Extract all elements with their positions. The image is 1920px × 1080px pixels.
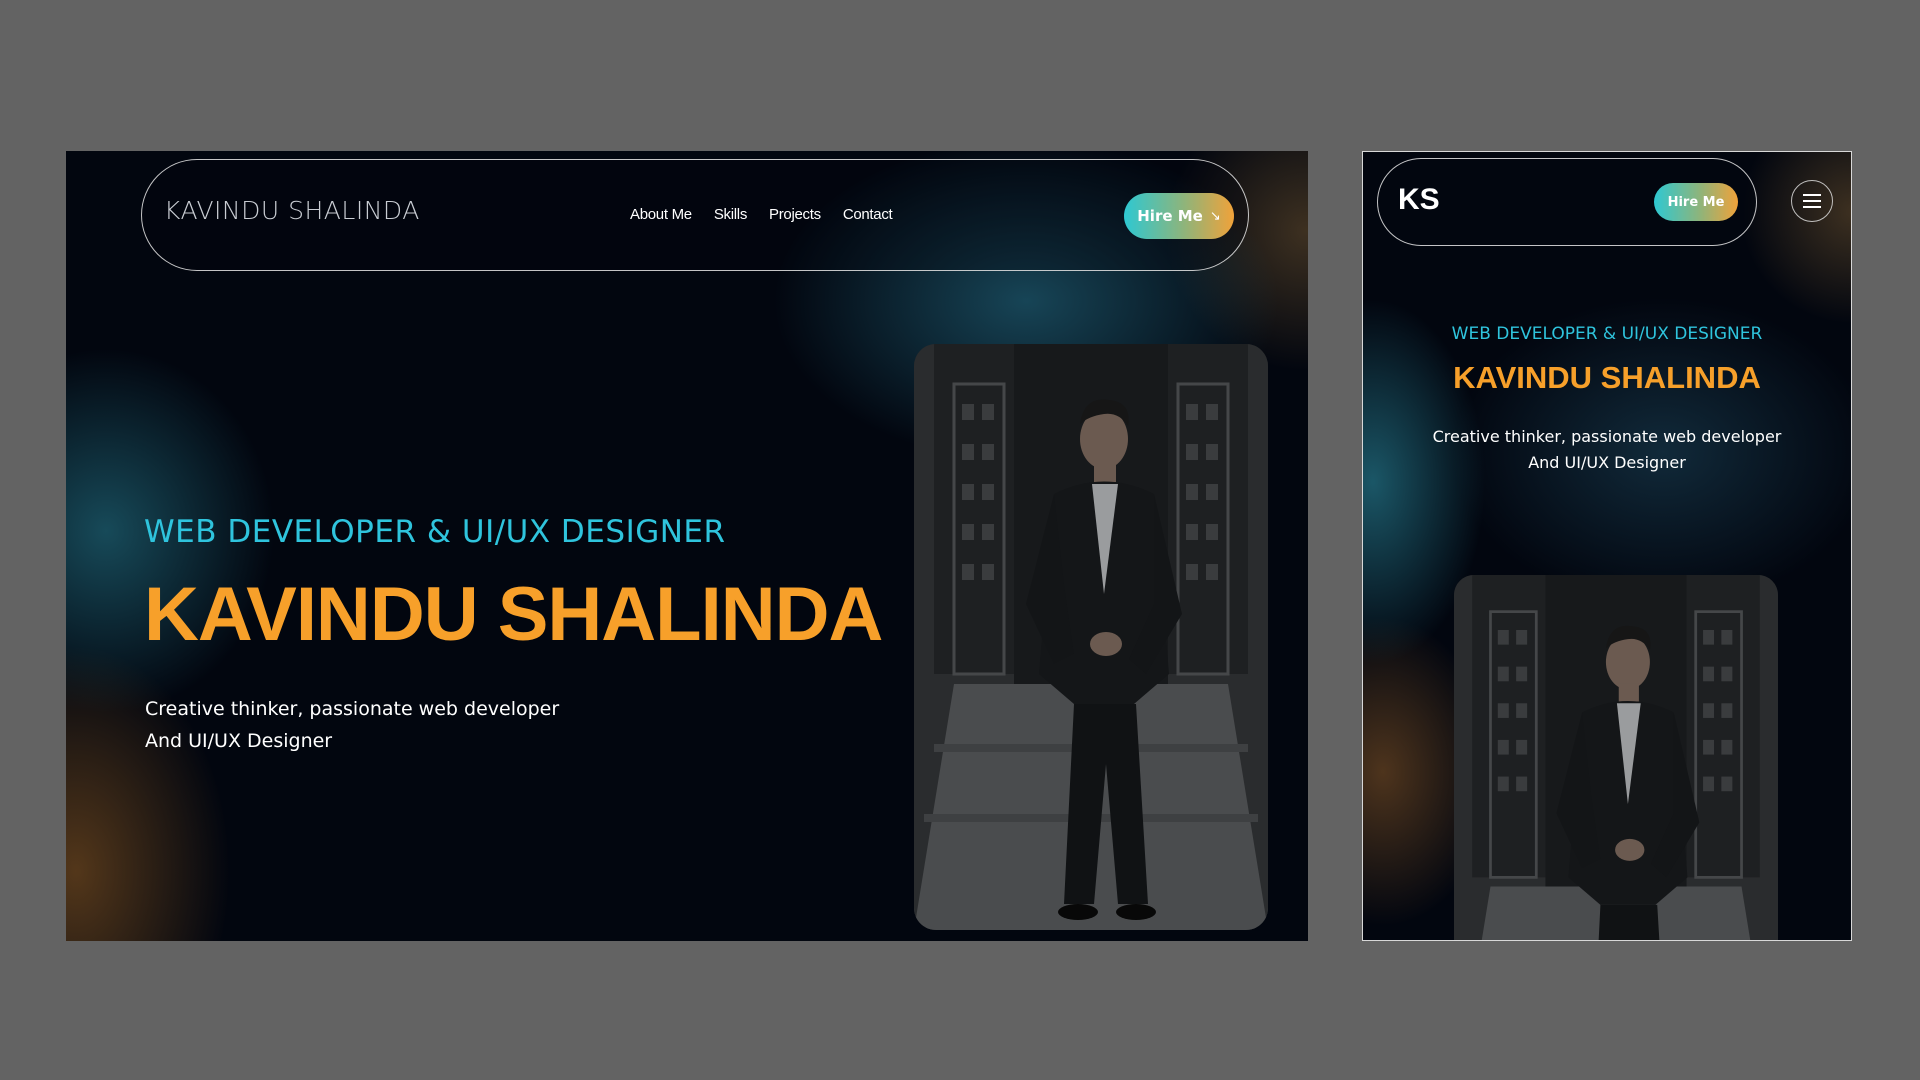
nav-menu: About Me Skills Projects Contact	[630, 206, 893, 223]
hero-role-mobile: WEB DEVELOPER & UI/UX DESIGNER	[1451, 324, 1763, 344]
nav-contact[interactable]: Contact	[843, 206, 893, 223]
hero-description: Creative thinker, passionate web develop…	[145, 693, 565, 757]
nav-projects[interactable]: Projects	[769, 206, 821, 223]
hire-me-label: Hire Me	[1137, 207, 1203, 225]
nav-about-me[interactable]: About Me	[630, 206, 692, 223]
hamburger-menu-icon[interactable]	[1791, 180, 1833, 222]
mobile-navbar: KS Hire Me	[1377, 158, 1757, 246]
hero-description-mobile: Creative thinker, passionate web develop…	[1363, 424, 1851, 476]
hero-description-line-2: And UI/UX Designer	[145, 730, 333, 752]
logo[interactable]: KAVINDU SHALINDA	[164, 196, 420, 225]
mobile-preview: KS Hire Me WEB DEVELOPER & UI/UX DESIGNE…	[1362, 151, 1852, 941]
hero-description-line-1: Creative thinker, passionate web develop…	[145, 698, 560, 720]
logo-ks[interactable]: KS	[1398, 183, 1440, 217]
hire-me-button-mobile[interactable]: Hire Me	[1654, 183, 1738, 221]
desktop-navbar: KAVINDU SHALINDA About Me Skills Project…	[141, 159, 1249, 271]
hero-description-mobile-line-1: Creative thinker, passionate web develop…	[1432, 427, 1782, 446]
nav-skills[interactable]: Skills	[714, 206, 748, 223]
arrow-down-right-icon: ↘	[1209, 208, 1221, 224]
hero-name: KAVINDU SHALINDA	[144, 572, 883, 657]
hero-name-mobile: KAVINDU SHALINDA	[1453, 360, 1761, 395]
profile-photo-mobile	[1454, 575, 1778, 940]
desktop-preview: KAVINDU SHALINDA About Me Skills Project…	[66, 151, 1308, 941]
hire-me-label-mobile: Hire Me	[1667, 194, 1725, 210]
hero-description-mobile-line-2: And UI/UX Designer	[1528, 453, 1686, 472]
hire-me-button[interactable]: Hire Me ↘	[1124, 193, 1234, 239]
profile-photo	[914, 344, 1268, 930]
hero-role: WEB DEVELOPER & UI/UX DESIGNER	[144, 514, 726, 550]
